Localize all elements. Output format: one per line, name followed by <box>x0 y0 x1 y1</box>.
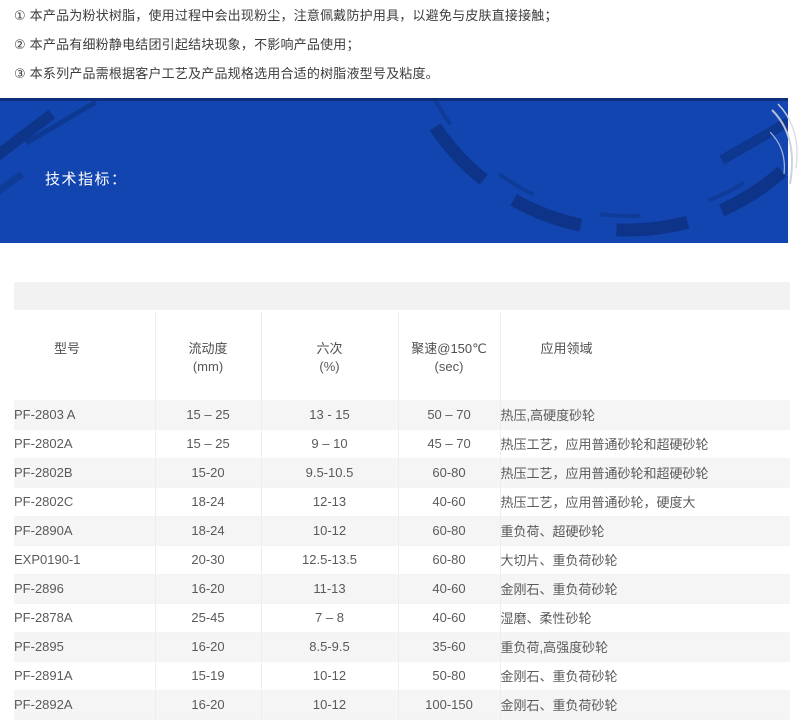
cell-cure-speed: 50 – 70 <box>398 400 500 429</box>
cell-fluidity: 16-20 <box>155 690 261 719</box>
header-title: 六次 <box>263 340 397 357</box>
cell-model: PF-2891A <box>14 661 155 690</box>
header-title: 流动度 <box>157 340 260 357</box>
cell-application: 热压工艺，应用普通砂轮，硬度大 <box>500 487 790 516</box>
cell-cure-speed: 60-80 <box>398 545 500 574</box>
table-row: PF-289516-208.5-9.535-60重负荷,高强度砂轮 <box>14 632 790 661</box>
cell-application: 大切片、重负荷砂轮 <box>500 545 790 574</box>
cell-model: PF-2878A <box>14 603 155 632</box>
cell-application: 重负荷,高强度砂轮 <box>500 632 790 661</box>
cell-six-times: 9 – 10 <box>261 429 398 458</box>
cell-fluidity: 15-19 <box>155 661 261 690</box>
cell-six-times: 10-12 <box>261 516 398 545</box>
cell-fluidity: 16-20 <box>155 574 261 603</box>
table-row: PF-2802C18-2412-1340-60热压工艺，应用普通砂轮，硬度大 <box>14 487 790 516</box>
cell-fluidity: 18-24 <box>155 487 261 516</box>
cell-model: PF-2895 <box>14 632 155 661</box>
cell-cure-speed: 100-150 <box>398 690 500 719</box>
cell-model: PF-2803 A <box>14 400 155 429</box>
cell-six-times: 10-12 <box>261 690 398 719</box>
cell-six-times: 7 – 8 <box>261 603 398 632</box>
cell-application: 热压工艺，应用普通砂轮和超硬砂轮 <box>500 429 790 458</box>
cell-cure-speed: 40-60 <box>398 487 500 516</box>
table-row: PF-2803 A15 – 2513 - 1550 – 70热压,高硬度砂轮 <box>14 400 790 429</box>
cell-model: PF-2896 <box>14 574 155 603</box>
cell-model: PF-2802C <box>14 487 155 516</box>
cell-application: 金刚石、重负荷砂轮 <box>500 690 790 719</box>
header-row: 型号 流动度 (mm) 六次 (%) 聚速@150℃ (sec) 应用领域 <box>14 312 790 400</box>
cell-application: 湿磨、柔性砂轮 <box>500 603 790 632</box>
spec-table-area: 型号 流动度 (mm) 六次 (%) 聚速@150℃ (sec) 应用领域 <box>14 282 790 720</box>
cell-cure-speed: 35-60 <box>398 632 500 661</box>
table-row: PF-289616-2011-1340-60金刚石、重负荷砂轮 <box>14 574 790 603</box>
cell-fluidity: 15 – 25 <box>155 429 261 458</box>
cell-six-times: 12-13 <box>261 487 398 516</box>
cell-fluidity: 20-30 <box>155 545 261 574</box>
header-title: 应用领域 <box>541 340 790 357</box>
cell-model: PF-2892A <box>14 690 155 719</box>
header-cure-speed: 聚速@150℃ (sec) <box>398 312 500 400</box>
table-row: PF-2891A15-1910-1250-80金刚石、重负荷砂轮 <box>14 661 790 690</box>
cell-fluidity: 16-20 <box>155 632 261 661</box>
tech-specs-banner: 技术指标： <box>0 98 788 243</box>
cell-six-times: 9.5-10.5 <box>261 458 398 487</box>
table-top-strip <box>14 282 790 310</box>
cell-six-times: 12.5-13.5 <box>261 545 398 574</box>
table-row: EXP0190-120-3012.5-13.560-80大切片、重负荷砂轮 <box>14 545 790 574</box>
cell-application: 金刚石、重负荷砂轮 <box>500 661 790 690</box>
cell-model: PF-2890A <box>14 516 155 545</box>
cell-cure-speed: 45 – 70 <box>398 429 500 458</box>
table-row: PF-2802B15-209.5-10.560-80热压工艺，应用普通砂轮和超硬… <box>14 458 790 487</box>
cell-model: PF-2802B <box>14 458 155 487</box>
header-unit: (mm) <box>157 357 260 377</box>
header-fluidity: 流动度 (mm) <box>155 312 261 400</box>
cell-cure-speed: 40-60 <box>398 574 500 603</box>
header-unit: (sec) <box>400 357 499 377</box>
cell-fluidity: 18-24 <box>155 516 261 545</box>
cell-model: EXP0190-1 <box>14 545 155 574</box>
header-application: 应用领域 <box>500 312 790 400</box>
cell-application: 热压工艺，应用普通砂轮和超硬砂轮 <box>500 458 790 487</box>
header-model: 型号 <box>14 312 155 400</box>
cell-cure-speed: 40-60 <box>398 603 500 632</box>
header-title: 型号 <box>54 340 154 357</box>
cell-cure-speed: 60-80 <box>398 458 500 487</box>
header-six-times: 六次 (%) <box>261 312 398 400</box>
cell-six-times: 13 - 15 <box>261 400 398 429</box>
cell-fluidity: 15-20 <box>155 458 261 487</box>
note-line-1: ① 本产品为粉状树脂，使用过程中会出现粉尘，注意佩戴防护用具，以避免与皮肤直接接… <box>14 1 790 30</box>
cell-cure-speed: 60-80 <box>398 516 500 545</box>
note-line-2: ② 本产品有细粉静电结团引起结块现象，不影响产品使用； <box>14 30 790 59</box>
table-row: PF-2892A16-2010-12100-150金刚石、重负荷砂轮 <box>14 690 790 719</box>
header-title: 聚速@150℃ <box>400 340 499 357</box>
banner-title: 技术指标： <box>45 168 128 189</box>
cell-model: PF-2802A <box>14 429 155 458</box>
cell-application: 热压,高硬度砂轮 <box>500 400 790 429</box>
spec-table: 型号 流动度 (mm) 六次 (%) 聚速@150℃ (sec) 应用领域 <box>14 312 790 720</box>
table-row: PF-2878A25-457 – 840-60湿磨、柔性砂轮 <box>14 603 790 632</box>
cell-application: 金刚石、重负荷砂轮 <box>500 574 790 603</box>
cell-six-times: 8.5-9.5 <box>261 632 398 661</box>
cell-six-times: 11-13 <box>261 574 398 603</box>
cell-cure-speed: 50-80 <box>398 661 500 690</box>
header-unit: (%) <box>263 357 397 377</box>
spec-table-header: 型号 流动度 (mm) 六次 (%) 聚速@150℃ (sec) 应用领域 <box>14 312 790 400</box>
product-notes: ① 本产品为粉状树脂，使用过程中会出现粉尘，注意佩戴防护用具，以避免与皮肤直接接… <box>14 1 790 88</box>
note-line-3: ③ 本系列产品需根据客户工艺及产品规格选用合适的树脂液型号及粘度。 <box>14 59 790 88</box>
table-row: PF-2802A15 – 259 – 1045 – 70热压工艺，应用普通砂轮和… <box>14 429 790 458</box>
cell-application: 重负荷、超硬砂轮 <box>500 516 790 545</box>
cell-six-times: 10-12 <box>261 661 398 690</box>
cell-fluidity: 15 – 25 <box>155 400 261 429</box>
table-row: PF-2890A18-2410-1260-80重负荷、超硬砂轮 <box>14 516 790 545</box>
cell-fluidity: 25-45 <box>155 603 261 632</box>
spec-table-body: PF-2803 A15 – 2513 - 1550 – 70热压,高硬度砂轮PF… <box>14 400 790 719</box>
